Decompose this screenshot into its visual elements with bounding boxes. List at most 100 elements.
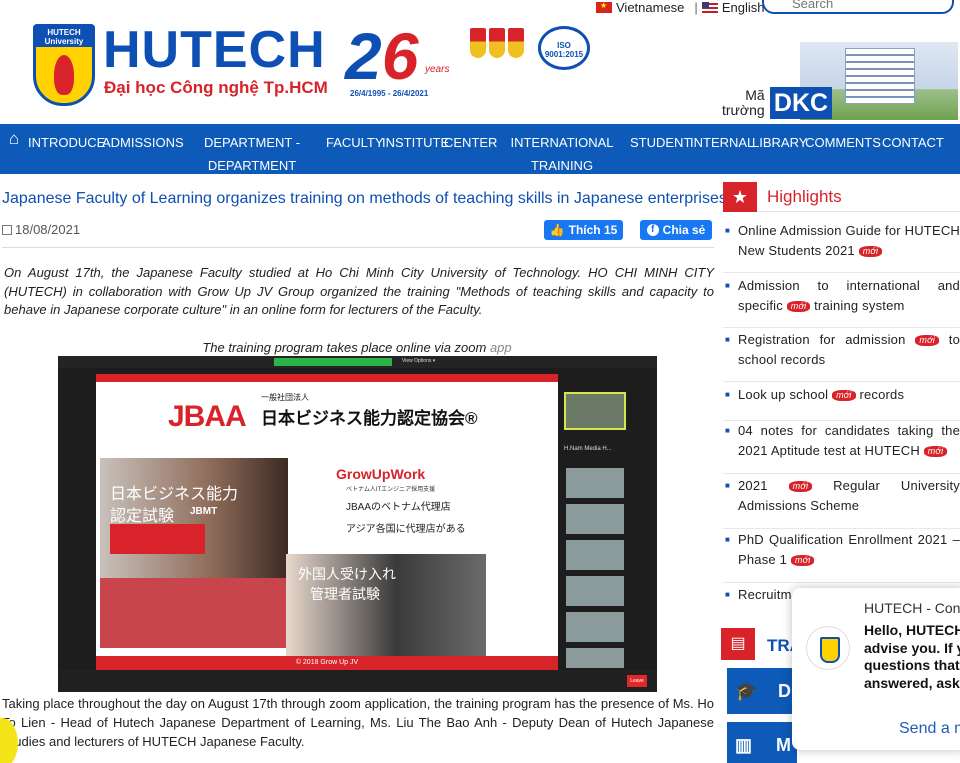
highlight-item[interactable]: Online Admission Guide for HUTECH New St… — [723, 221, 960, 273]
slide-red-bar — [96, 374, 558, 382]
nav-institute[interactable]: Institute — [382, 124, 449, 154]
like-label: Thích 15 — [568, 223, 618, 237]
slide-text-1: 日本ビジネス能力 — [110, 486, 239, 503]
caption-text: The training program takes place online … — [202, 340, 487, 355]
lang-vi-label: Vietnamese — [616, 0, 685, 15]
participant-video — [566, 504, 624, 534]
language-bar: Vietnamese | English — [596, 0, 770, 15]
sidebar-tile-1[interactable]: 🎓 D — [727, 668, 797, 714]
brand-name[interactable]: HUTECH — [103, 20, 326, 80]
image-caption: The training program takes place online … — [0, 340, 714, 355]
school-code-label-1: Mã — [745, 87, 765, 103]
nav-department[interactable]: Department - Department — [178, 124, 326, 177]
nav-department-label-1: Department - — [203, 135, 301, 150]
new-badge: mới — [915, 335, 939, 346]
medal-icon — [489, 28, 505, 58]
highlight-item[interactable]: Registration for admission mới to school… — [723, 330, 960, 382]
nav-faculty[interactable]: Faculty — [326, 124, 384, 154]
graduation-icon: 🎓 — [735, 680, 758, 701]
search-input[interactable] — [764, 0, 960, 11]
chat-line-3: questions that — [864, 657, 960, 673]
participant-video — [566, 648, 624, 668]
slide-growup-logo: GrowUpWork — [336, 466, 426, 482]
new-badge: mới — [923, 445, 948, 457]
share-label: Chia sẻ — [662, 223, 706, 237]
highlight-text: 2021 — [738, 478, 768, 493]
slide-org-small: 一般社団法人 — [261, 393, 309, 402]
slide-photo-woman: 日本ビジネス能力 認定試験 JBMT — [100, 458, 288, 578]
new-badge: mới — [832, 390, 856, 401]
facebook-icon: f — [646, 224, 659, 236]
highlight-item[interactable]: 04 notes for candidates taking the 2021 … — [723, 421, 960, 474]
divider — [2, 247, 714, 248]
highlight-text: Registration for admission — [738, 332, 906, 347]
school-code: DKC — [770, 87, 832, 119]
slide-growup-sub: ベトナム人ITエンジニア採用支援 — [346, 487, 436, 493]
facebook-like-button[interactable]: 👍 Thích 15 — [544, 220, 623, 240]
anniv-digit-6: 6 — [381, 19, 419, 93]
highlight-item[interactable]: Admission to international and specific … — [723, 276, 960, 328]
facebook-share-button[interactable]: f Chia sẻ — [640, 220, 712, 240]
participant-video — [566, 468, 624, 498]
nav-international-training[interactable]: International Training — [494, 124, 630, 177]
slide-org-name: 日本ビジネス能力認定協会® — [261, 409, 478, 428]
chat-sender-name: HUTECH - Cons — [864, 600, 960, 616]
nav-contact[interactable]: Contact — [882, 124, 944, 154]
slide-photo-lower — [100, 578, 288, 648]
slide-footer: © 2018 Grow Up JV — [96, 656, 558, 670]
highlights-title: Highlights — [767, 187, 842, 206]
nav-comments[interactable]: Comments — [804, 124, 882, 154]
nav-center[interactable]: Center — [444, 124, 497, 154]
highlight-item[interactable]: Look up school mới records — [723, 385, 960, 421]
new-badge: mới — [786, 300, 811, 312]
search-box: ⌕ — [762, 0, 960, 14]
article-title: Japanese Faculty of Learning organizes t… — [2, 190, 727, 207]
chat-line-2: advise you. If y — [864, 639, 960, 656]
participant-label: H.Nam Media H... — [564, 446, 612, 452]
sidebar-tile-2[interactable]: ▥ M — [727, 722, 797, 763]
anniversary-badge: 26 years — [345, 18, 449, 94]
anniv-years: years — [425, 64, 450, 75]
hutech-logo[interactable]: HUTECH University — [33, 24, 95, 106]
document-icon: ▥ — [735, 734, 753, 755]
site-header: HUTECH University HUTECH Đại học Công ng… — [0, 14, 960, 124]
nav-admissions[interactable]: Admissions — [102, 124, 184, 154]
highlight-item[interactable]: PhD Qualification Enrollment 2021 – Phas… — [723, 530, 960, 583]
zoom-control-bar: Leave — [58, 670, 657, 692]
new-badge: mới — [858, 245, 883, 257]
slide-jbmt: JBMT — [190, 506, 218, 517]
slide-text-2: 認定試験 — [110, 508, 175, 525]
lang-english[interactable]: English — [701, 0, 764, 15]
zoom-top-strip: View Options ▾ — [58, 356, 657, 368]
zoom-view-options: View Options ▾ — [402, 358, 436, 364]
slide-text-4: 管理者試験 — [310, 586, 380, 602]
presentation-slide: JBAA 一般社団法人 日本ビジネス能力認定協会® 日本ビジネス能力 認定試験 … — [96, 374, 558, 670]
highlight-text-2: records — [859, 387, 905, 402]
highlight-text-2: Regular University Admissions Scheme — [738, 478, 960, 513]
zoom-leave-button: Leave — [627, 675, 647, 687]
chat-line-4: answered, ask — [864, 674, 960, 691]
building-image — [845, 48, 915, 104]
medal-icon — [508, 28, 524, 58]
chat-send-link[interactable]: Send a m — [899, 720, 960, 738]
home-icon[interactable]: ⌂ — [0, 124, 28, 154]
nav-introduce[interactable]: Introduce — [28, 124, 105, 154]
chat-popup[interactable]: HUTECH - Cons Hello, HUTECH advise you. … — [792, 588, 960, 750]
school-code-label: Mã trường — [722, 88, 765, 118]
caption-app: app — [489, 340, 512, 355]
nav-student[interactable]: Student — [630, 124, 691, 154]
vietnam-flag-icon — [596, 1, 612, 13]
slide-jbaa-logo: JBAA — [168, 400, 247, 433]
nav-library[interactable]: Library — [752, 124, 807, 154]
article-date-text: 18/08/2021 — [15, 222, 81, 237]
main-nav: ⌂ Introduce Admissions Department - Depar… — [0, 124, 960, 174]
nav-international-label-1: International — [510, 135, 614, 150]
nav-internal[interactable]: Internal — [690, 124, 754, 154]
slide-red-box — [110, 524, 205, 554]
lang-vietnamese[interactable]: Vietnamese — [596, 0, 684, 15]
participant-video — [566, 576, 624, 606]
anniversary-dates: 26/4/1995 - 26/4/2021 — [350, 89, 429, 98]
highlight-text-2: training system — [814, 297, 905, 313]
slide-photo-men: 外国人受け入れ 管理者試験 — [286, 554, 486, 660]
highlight-item[interactable]: 2021 mới Regular University Admissions S… — [723, 476, 960, 529]
